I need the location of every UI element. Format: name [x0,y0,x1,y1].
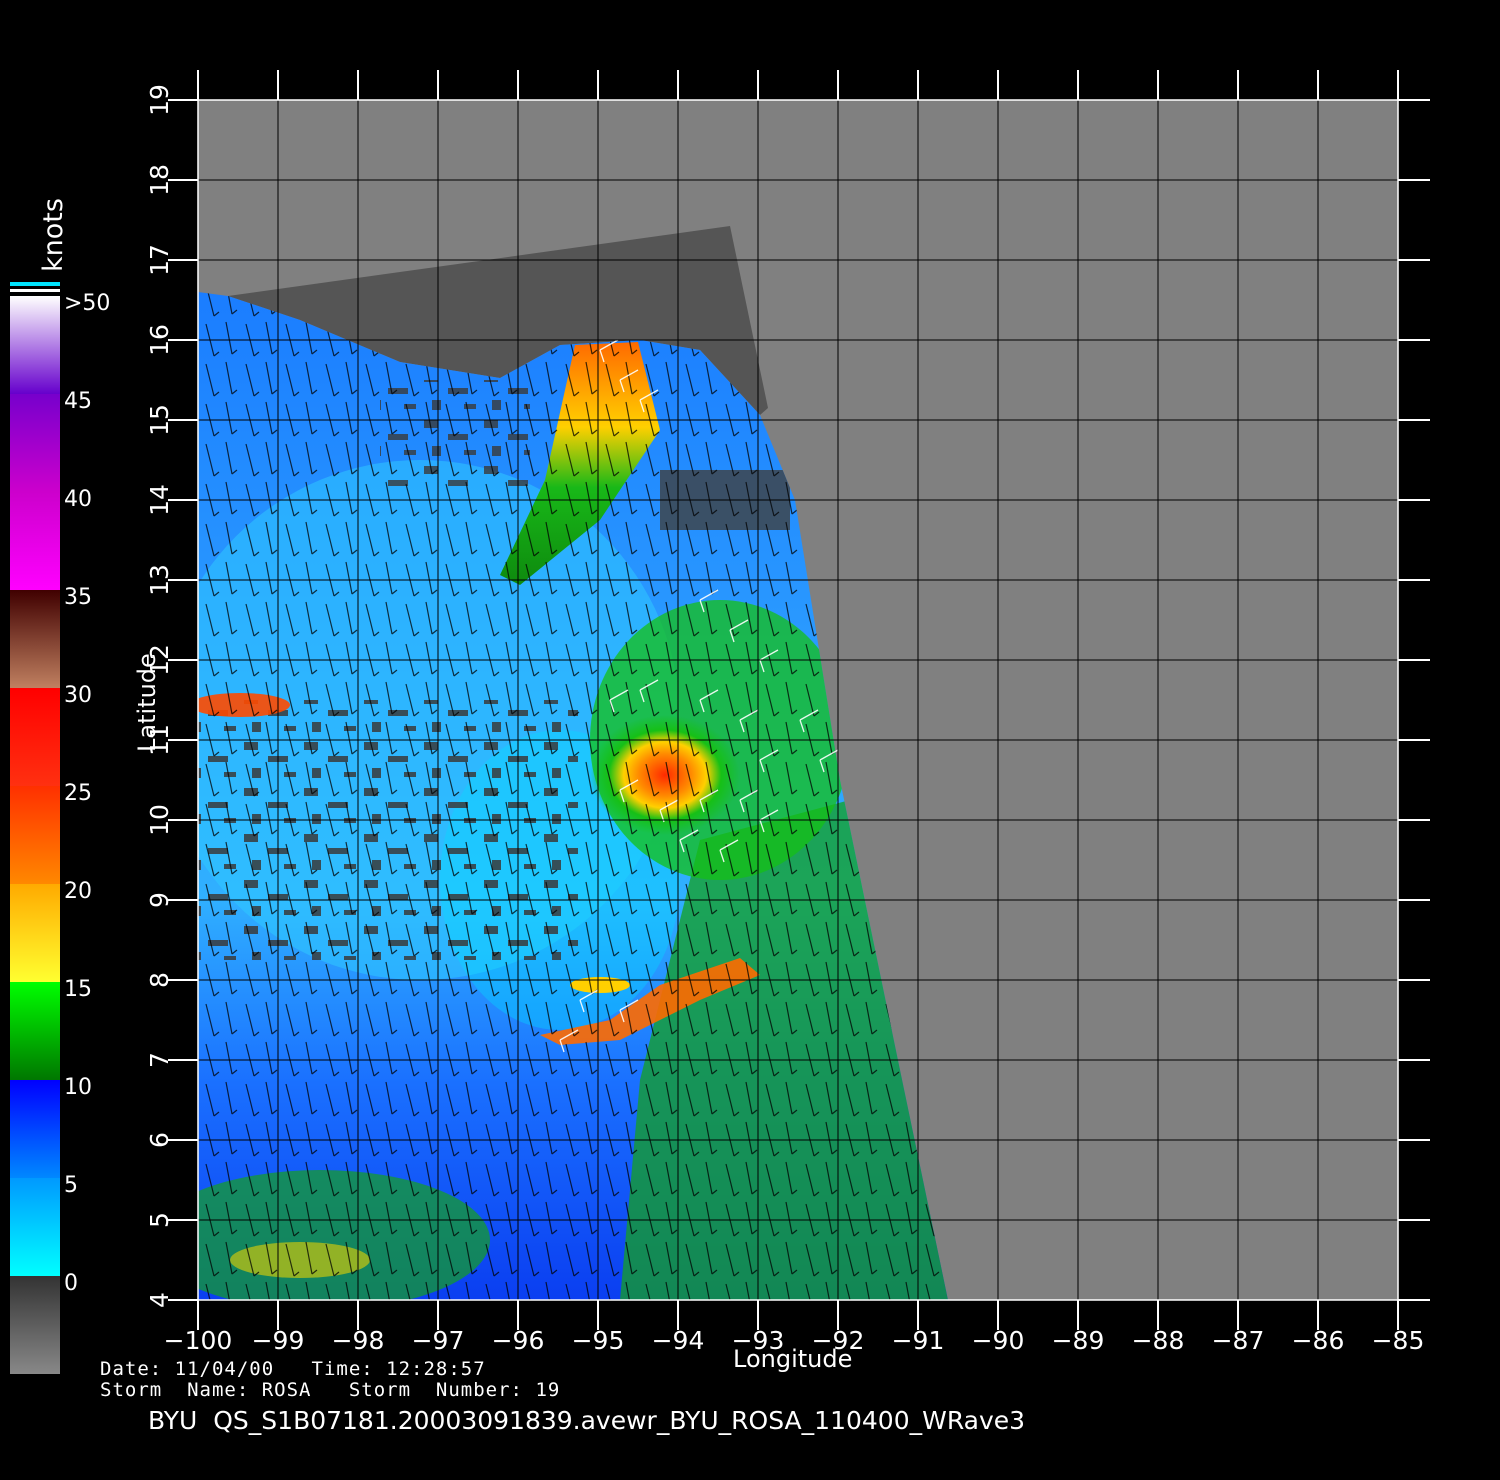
date-label: Date: [100,1358,163,1380]
legend-label: 30 [64,683,92,708]
lat-tick-label: 8 [145,972,174,988]
storm-number-label: Storm Number: [348,1379,523,1401]
source-filename: BYU QS_S1B07181.20003091839.avewr_BYU_RO… [148,1406,1026,1435]
x-axis-label: Longitude [733,1345,852,1373]
lon-tick-label: −86 [1292,1326,1345,1355]
legend-band-45-50 [10,394,60,492]
y-axis-label: Latitude [133,653,161,752]
lon-tick-label: −91 [892,1326,945,1355]
lat-tick-label: 4 [145,1292,174,1308]
legend-label: 40 [64,487,92,512]
lat-tick-label: 13 [145,564,174,596]
lat-tick-label: 6 [145,1132,174,1148]
storm-info-line: Storm Name: ROSA Storm Number: 19 [100,1380,560,1401]
storm-name-value: ROSA [261,1379,312,1401]
legend-band-over-50 [10,296,60,394]
legend-band-40-45 [10,492,60,590]
date-time-line: Date: 11/04/00 Time: 12:28:57 [100,1359,486,1380]
legend-label: 15 [64,977,92,1002]
storm-name-label: Storm Name: [100,1379,250,1401]
lon-tick-label: −95 [572,1326,625,1355]
lat-tick-label: 10 [145,804,174,836]
legend-label: 10 [64,1075,92,1100]
lat-tick-label: 9 [145,892,174,908]
legend-label: 25 [64,781,92,806]
legend-band-5-10 [10,1178,60,1276]
lon-tick-label: −94 [652,1326,705,1355]
lon-tick-label: −99 [252,1326,305,1355]
legend-band-20-25 [10,884,60,982]
lat-tick-label: 5 [145,1212,174,1228]
lat-tick-label: 18 [145,164,174,196]
lon-tick-label: −97 [412,1326,465,1355]
lon-tick-label: −98 [332,1326,385,1355]
wind-map-figure: −100 −99 −98 −97 −96 −95 −94 −93 −92 −91 −90 −89 −88… [10,70,1430,1374]
lon-tick-label: −96 [492,1326,545,1355]
time-value: 12:28:57 [386,1358,486,1380]
storm-number-value: 19 [535,1379,561,1401]
lat-tick-label: 14 [145,484,174,516]
lon-tick-label: −85 [1372,1326,1425,1355]
date-value: 11/04/00 [174,1358,275,1380]
legend-band-25-30 [10,786,60,884]
legend-label: >50 [64,291,110,316]
lat-tick-label: 19 [145,84,174,116]
legend-band-0-5 [10,1276,60,1374]
lat-tick-label: 7 [145,1052,174,1068]
lon-tick-label: −100 [164,1326,233,1355]
legend-label: 0 [64,1271,78,1296]
legend-band-15-20 [10,982,60,1080]
legend-label: 5 [64,1173,78,1198]
lon-tick-label: −88 [1132,1326,1185,1355]
legend-label: 20 [64,879,92,904]
lon-tick-label: −90 [972,1326,1025,1355]
legend-band-30-35 [10,688,60,786]
legend-label: 35 [64,585,92,610]
legend-cap-white [10,289,60,292]
lon-tick-label: −87 [1212,1326,1265,1355]
lat-tick-label: 17 [145,244,174,276]
lat-tick-label: 15 [145,404,174,436]
wind-speed-legend: knots >50 45 40 35 30 25 20 15 10 5 0 [10,198,110,1374]
legend-label: 45 [64,389,92,414]
legend-band-35-40 [10,590,60,688]
legend-title: knots [38,198,69,272]
time-label: Time: [311,1358,374,1380]
legend-cap-cyan [10,282,60,286]
lon-tick-label: −89 [1052,1326,1105,1355]
legend-band-10-15 [10,1080,60,1178]
lat-tick-label: 16 [145,324,174,356]
